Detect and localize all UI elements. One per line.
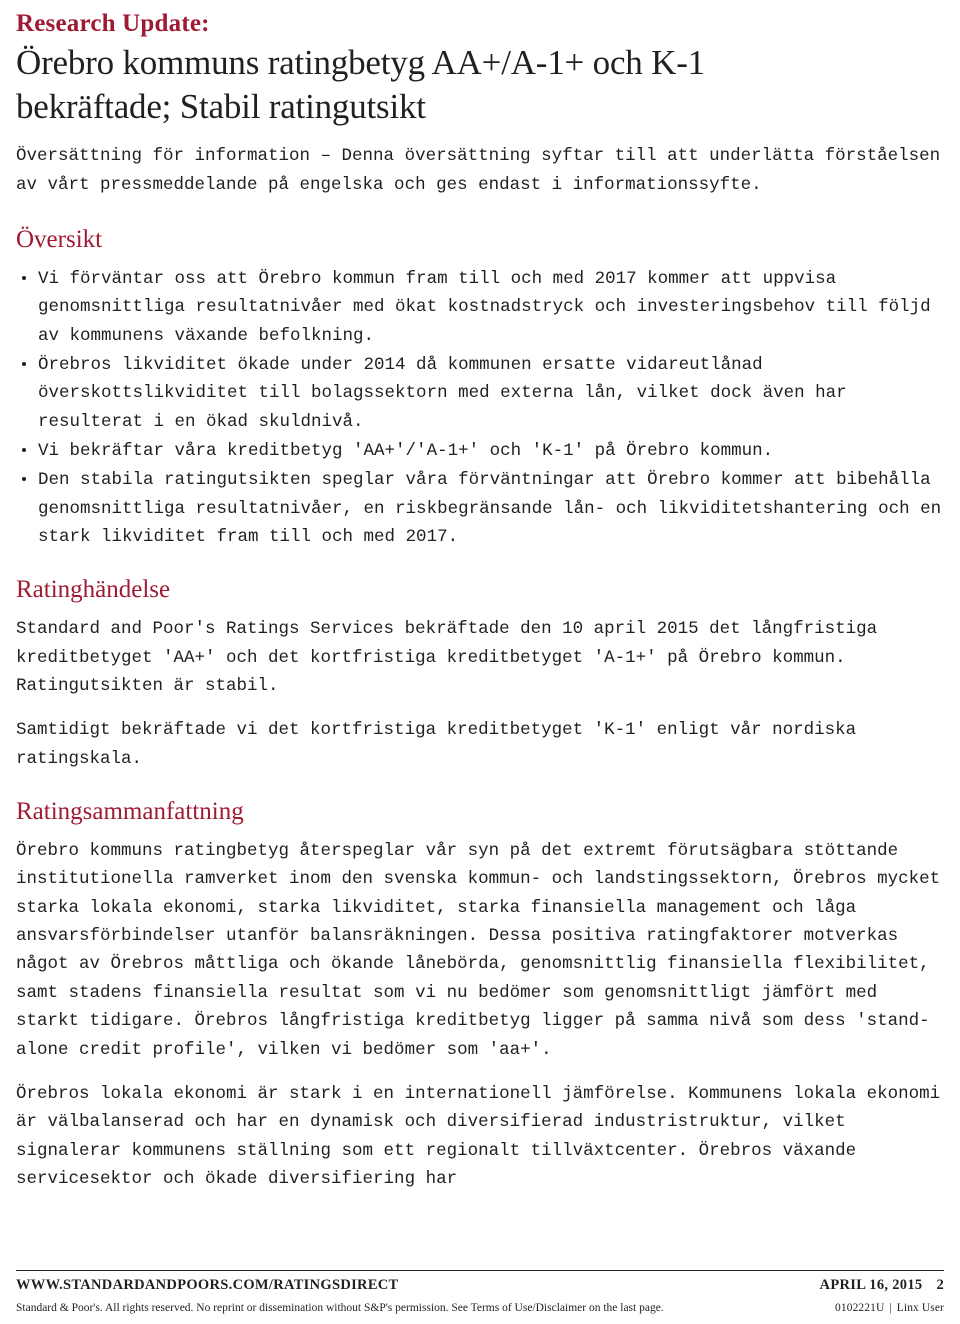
footer-date: APRIL 16, 2015 bbox=[819, 1277, 923, 1293]
page-title-line-1: Örebro kommuns ratingbetyg AA+/A-1+ och … bbox=[16, 42, 705, 82]
overview-bullet-list: Vi förväntar oss att Örebro kommun fram … bbox=[16, 265, 944, 551]
footer-divider bbox=[16, 1270, 944, 1271]
footer-doc-meta: 0102221U | Linx User bbox=[835, 1302, 944, 1314]
ratingsammanfattning-paragraph-2: Örebros lokala ekonomi är stark i en int… bbox=[16, 1083, 941, 1189]
footer-date-page: APRIL 16, 2015 2 bbox=[820, 1277, 944, 1294]
footer-website[interactable]: WWW.STANDARDANDPOORS.COM/RATINGSDIRECT bbox=[16, 1277, 399, 1294]
footer-secondary-row: Standard & Poor's. All rights reserved. … bbox=[16, 1302, 944, 1324]
ratingsammanfattning-paragraph-1: Örebro kommuns ratingbetyg återspeglar v… bbox=[16, 841, 941, 1060]
page-footer: WWW.STANDARDANDPOORS.COM/RATINGSDIRECT A… bbox=[16, 1270, 944, 1324]
section-heading-ratinghandelse: Ratinghändelse bbox=[16, 576, 171, 604]
footer-primary-row: WWW.STANDARDANDPOORS.COM/RATINGSDIRECT A… bbox=[16, 1277, 944, 1302]
page-title: Örebro kommuns ratingbetyg AA+/A-1+ och … bbox=[16, 41, 944, 129]
section-heading-ratingsammanfattning: Ratingsammanfattning bbox=[16, 798, 244, 826]
list-item: Örebros likviditet ökade under 2014 då k… bbox=[16, 351, 944, 436]
ratinghandelse-paragraph-2: Samtidigt bekräftade vi det kortfristiga… bbox=[16, 720, 857, 769]
ratinghandelse-paragraph-1: Standard and Poor's Ratings Services bek… bbox=[16, 619, 878, 697]
research-update-kicker: Research Update: bbox=[16, 10, 210, 37]
footer-disclaimer: Standard & Poor's. All rights reserved. … bbox=[16, 1302, 664, 1314]
footer-meta-separator: | bbox=[889, 1302, 892, 1314]
footer-page-number: 2 bbox=[936, 1277, 944, 1293]
page-title-line-2: bekräftade; Stabil ratingutsikt bbox=[16, 86, 426, 126]
footer-doc-id: 0102221U bbox=[835, 1302, 885, 1314]
footer-user: Linx User bbox=[896, 1302, 944, 1314]
translation-note: Översättning för information – Denna öve… bbox=[16, 146, 941, 195]
list-item: Den stabila ratingutsikten speglar våra … bbox=[16, 466, 944, 551]
section-heading-oversikt: Översikt bbox=[16, 225, 103, 253]
list-item: Vi förväntar oss att Örebro kommun fram … bbox=[16, 265, 944, 350]
list-item: Vi bekräftar våra kreditbetyg 'AA+'/'A-1… bbox=[16, 437, 944, 465]
document-page: Research Update: Örebro kommuns ratingbe… bbox=[0, 0, 960, 1324]
